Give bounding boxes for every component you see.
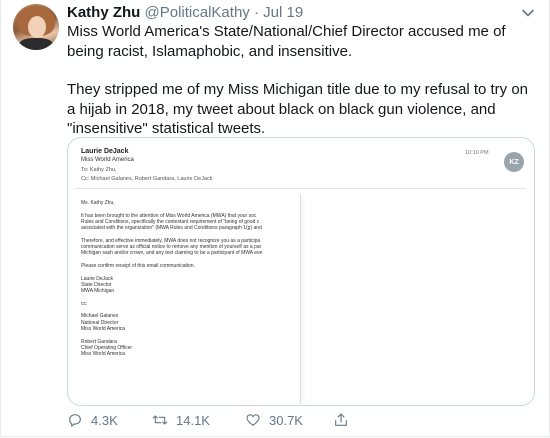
tweet-media-image[interactable]: Laurie DeJack Miss World America To: Kat… (67, 137, 535, 406)
like-button[interactable]: 30.7K (245, 409, 303, 431)
like-icon (246, 414, 260, 426)
tweet-paragraph-2: They stripped me of my Miss Michigan tit… (67, 81, 529, 137)
share-button[interactable] (333, 409, 357, 431)
retweet-count: 14.1K (176, 412, 210, 428)
share-icon (335, 413, 347, 426)
email-body-line: Miss World America (81, 351, 126, 358)
author-name[interactable]: Kathy Zhu (67, 4, 140, 21)
email-divider (76, 188, 526, 189)
avatar-shirt (19, 38, 53, 50)
email-body: Ms. Kathy Zhu, It has been brought to th… (81, 200, 306, 357)
tweet-paragraph-1: Miss World America's State/National/Chie… (67, 23, 506, 60)
author-avatar[interactable] (13, 4, 59, 50)
email-recipient-avatar: KZ (504, 152, 524, 172)
email-to-line: To: Kathy Zhu, (81, 167, 117, 173)
tweet-date[interactable]: Jul 19 (263, 4, 303, 21)
tweet-actions: 4.3K 14.1K 30.7K (67, 409, 427, 433)
reply-button[interactable]: 4.3K (67, 409, 118, 431)
tweet[interactable]: Kathy Zhu @PoliticalKathy · Jul 19 Miss … (0, 0, 550, 437)
email-cc-line: Cc: Michael Galanes, Robert Gandara, Lau… (81, 176, 213, 182)
email-screenshot: Laurie DeJack Miss World America To: Kat… (68, 138, 534, 405)
reply-icon (69, 414, 81, 427)
avatar-face (28, 16, 46, 38)
tweet-text: Miss World America's State/National/Chie… (67, 22, 537, 139)
email-from-org: Miss World America (81, 157, 134, 163)
author-handle[interactable]: @PoliticalKathy (145, 4, 250, 21)
email-time: 10:10 PM (465, 150, 489, 156)
tweet-header: Kathy Zhu @PoliticalKathy · Jul 19 (67, 3, 303, 22)
header-separator: · (253, 4, 259, 21)
reply-count: 4.3K (91, 412, 118, 428)
email-from-name: Laurie DeJack (81, 148, 129, 155)
retweet-icon (152, 415, 168, 425)
chevron-down-icon[interactable] (521, 6, 535, 20)
retweet-button[interactable]: 14.1K (152, 409, 210, 431)
like-count: 30.7K (269, 412, 303, 428)
